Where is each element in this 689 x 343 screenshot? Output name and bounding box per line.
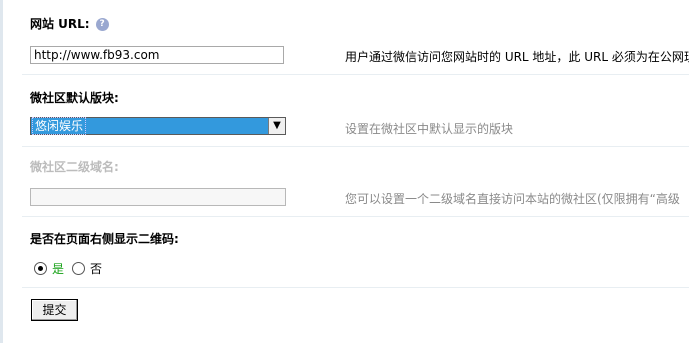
show-qrcode-radio-group: 是否	[34, 260, 110, 277]
default-forum-description: 设置在微社区中默认显示的版块	[345, 122, 514, 136]
divider	[22, 287, 689, 288]
subdomain-description: 您可以设置一个二级域名直接访问本站的微社区(仅限拥有“高级	[345, 192, 680, 206]
help-icon[interactable]: ?	[95, 18, 109, 31]
radio-no[interactable]	[72, 262, 86, 275]
site-url-label: 网站 URL:?	[30, 15, 109, 32]
settings-form: 网站 URL:? 用户通过微信访问您网站时的 URL 地址，此 URL 必须为在…	[0, 0, 689, 343]
radio-yes-label[interactable]: 是	[52, 262, 64, 276]
divider	[22, 216, 689, 217]
chevron-down-icon[interactable]: ▼	[268, 118, 285, 134]
default-forum-label: 微社区默认版块:	[30, 91, 119, 105]
site-url-description: 用户通过微信访问您网站时的 URL 地址，此 URL 必须为在公网现	[345, 50, 689, 64]
default-forum-select[interactable]: 悠闲娱乐 ▼	[30, 117, 286, 135]
subdomain-label: 微社区二级域名:	[30, 160, 119, 174]
subdomain-input	[30, 188, 286, 206]
site-url-input[interactable]	[30, 46, 284, 64]
divider	[22, 74, 689, 75]
site-url-label-text: 网站 URL:	[30, 17, 90, 31]
default-forum-selected-value: 悠闲娱乐	[31, 117, 87, 135]
show-qrcode-label: 是否在页面右侧显示二维码:	[30, 232, 179, 246]
left-border	[0, 0, 3, 343]
submit-button[interactable]: 提交	[31, 299, 78, 321]
divider	[22, 146, 689, 147]
radio-no-label[interactable]: 否	[90, 262, 102, 276]
radio-yes[interactable]	[34, 262, 47, 275]
